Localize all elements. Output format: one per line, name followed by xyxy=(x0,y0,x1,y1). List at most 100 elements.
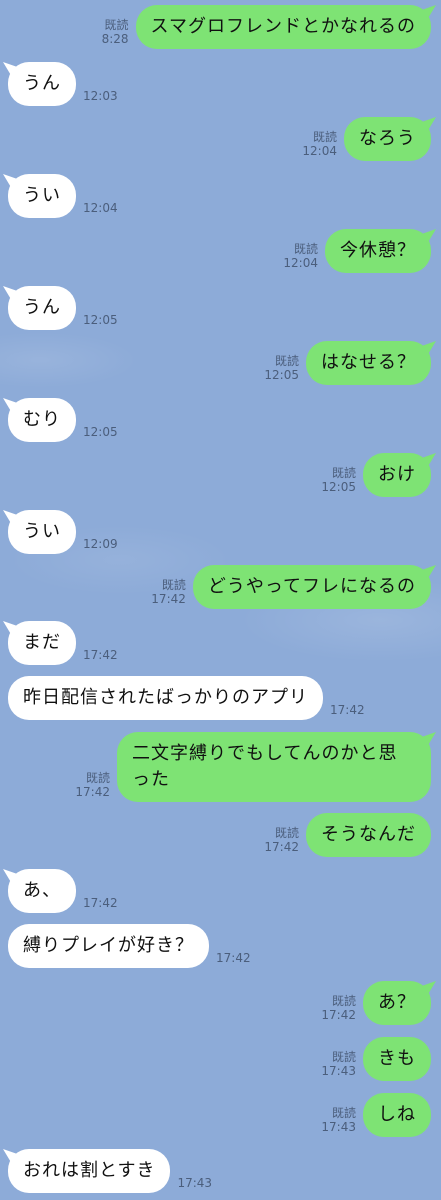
sent-bubble[interactable]: はなせる？ xyxy=(306,341,431,385)
message-meta: 既読 17:43 xyxy=(321,1050,356,1078)
read-receipt: 既読 xyxy=(331,466,356,480)
message-time: 12:04 xyxy=(283,256,318,270)
sent-message: どうやってフレになるの 既読 17:42 xyxy=(144,565,431,609)
message-time: 17:42 xyxy=(264,840,299,854)
message-meta: 既読 12:04 xyxy=(302,130,337,158)
sent-bubble[interactable]: どうやってフレになるの xyxy=(192,565,431,609)
message-text: うん xyxy=(23,297,61,318)
read-receipt: 既読 xyxy=(331,1106,356,1120)
message-time: 17:42 xyxy=(83,648,118,662)
message-meta: 12:04 xyxy=(83,201,118,215)
read-receipt: 既読 xyxy=(331,1050,356,1064)
received-bubble[interactable]: 縛りプレイが好き？ xyxy=(8,924,209,968)
received-bubble[interactable]: まだ xyxy=(8,621,76,665)
message-text: うい xyxy=(23,185,61,206)
message-text: 二文字縛りでもしてんのかと思った xyxy=(132,743,398,790)
message-text: あ、 xyxy=(23,880,61,901)
message-time: 12:05 xyxy=(83,313,118,327)
message-text: おれは割とすき xyxy=(23,1160,156,1181)
read-receipt: 既読 xyxy=(312,130,337,144)
received-message: むり 12:05 xyxy=(8,398,125,442)
message-text: しね xyxy=(378,1104,416,1125)
read-receipt: 既読 xyxy=(331,994,356,1008)
message-text: どうやってフレになるの xyxy=(207,576,416,597)
message-text: きも xyxy=(378,1048,416,1069)
received-message: うい 12:09 xyxy=(8,510,125,554)
sent-bubble[interactable]: 今休憩？ xyxy=(325,229,431,273)
message-meta: 既読 17:42 xyxy=(151,578,186,606)
received-message: おれは割とすき 17:43 xyxy=(8,1149,219,1193)
received-bubble[interactable]: うん xyxy=(8,286,76,330)
message-meta: 既読 8:28 xyxy=(102,18,129,46)
sent-bubble[interactable]: きも xyxy=(363,1037,431,1081)
message-time: 12:09 xyxy=(83,537,118,551)
received-message: うん 12:05 xyxy=(8,286,125,330)
message-meta: 17:42 xyxy=(83,648,118,662)
sent-message: はなせる？ 既読 12:05 xyxy=(257,341,431,385)
message-time: 12:04 xyxy=(302,144,337,158)
message-text: うい xyxy=(23,521,61,542)
message-time: 17:42 xyxy=(330,703,365,717)
read-receipt: 既読 xyxy=(161,578,186,592)
message-text: おけ xyxy=(378,464,416,485)
message-meta: 既読 17:43 xyxy=(321,1106,356,1134)
message-meta: 17:42 xyxy=(330,703,365,717)
message-text: そうなんだ xyxy=(321,824,416,845)
message-text: まだ xyxy=(23,632,61,653)
sent-message: 今休憩？ 既読 12:04 xyxy=(276,229,431,273)
message-meta: 12:05 xyxy=(83,425,118,439)
sent-message: そうなんだ 既読 17:42 xyxy=(257,813,431,857)
message-time: 12:05 xyxy=(264,368,299,382)
received-message: あ、 17:42 xyxy=(8,869,125,913)
received-bubble[interactable]: うい xyxy=(8,510,76,554)
message-time: 8:28 xyxy=(101,32,129,46)
received-bubble[interactable]: むり xyxy=(8,398,76,442)
message-time: 17:43 xyxy=(321,1120,356,1134)
chat-area[interactable]: スマグロフレンドとかなれるの 既読 8:28 うん 12:03 なろう 既読 1… xyxy=(0,0,441,1200)
message-text: 縛りプレイが好き？ xyxy=(23,935,194,956)
sent-bubble[interactable]: スマグロフレンドとかなれるの xyxy=(135,5,431,49)
received-bubble[interactable]: 昨日配信されたばっかりのアプリ xyxy=(8,676,323,720)
received-message: うん 12:03 xyxy=(8,62,125,106)
message-meta: 既読 17:42 xyxy=(264,826,299,854)
message-meta: 12:09 xyxy=(83,537,118,551)
message-meta: 既読 12:04 xyxy=(283,242,318,270)
message-time: 17:42 xyxy=(75,785,110,799)
read-receipt: 既読 xyxy=(85,771,110,785)
sent-bubble[interactable]: おけ xyxy=(363,453,431,497)
message-time: 12:05 xyxy=(83,425,118,439)
sent-bubble[interactable]: そうなんだ xyxy=(306,813,431,857)
received-message: 縛りプレイが好き？ 17:42 xyxy=(8,924,258,968)
message-meta: 17:42 xyxy=(83,896,118,910)
message-text: 今休憩？ xyxy=(340,240,416,261)
message-meta: 17:43 xyxy=(177,1176,212,1190)
message-meta: 既読 17:42 xyxy=(321,994,356,1022)
message-time: 17:42 xyxy=(151,592,186,606)
message-time: 17:43 xyxy=(321,1064,356,1078)
message-text: むり xyxy=(23,409,61,430)
received-message: うい 12:04 xyxy=(8,174,125,218)
sent-message: 二文字縛りでもしてんのかと思った 既読 17:42 xyxy=(68,732,431,802)
sent-bubble[interactable]: 二文字縛りでもしてんのかと思った xyxy=(117,732,431,802)
received-message: 昨日配信されたばっかりのアプリ 17:42 xyxy=(8,676,372,720)
received-message: まだ 17:42 xyxy=(8,621,125,665)
sent-message: しね 既読 17:43 xyxy=(314,1093,431,1137)
message-text: はなせる？ xyxy=(321,352,416,373)
sent-bubble[interactable]: あ？ xyxy=(363,981,431,1025)
sent-message: スマグロフレンドとかなれるの 既読 8:28 xyxy=(95,5,431,49)
sent-message: あ？ 既読 17:42 xyxy=(314,981,431,1025)
message-text: うん xyxy=(23,73,61,94)
received-bubble[interactable]: うい xyxy=(8,174,76,218)
message-text: あ？ xyxy=(378,992,416,1013)
message-time: 12:04 xyxy=(83,201,118,215)
received-bubble[interactable]: おれは割とすき xyxy=(8,1149,171,1193)
received-bubble[interactable]: うん xyxy=(8,62,76,106)
message-time: 12:03 xyxy=(83,89,118,103)
message-text: スマグロフレンドとかなれるの xyxy=(150,16,416,37)
sent-bubble[interactable]: なろう xyxy=(344,117,431,161)
sent-message: きも 既読 17:43 xyxy=(314,1037,431,1081)
message-time: 17:42 xyxy=(321,1008,356,1022)
sent-message: なろう 既読 12:04 xyxy=(295,117,431,161)
received-bubble[interactable]: あ、 xyxy=(8,869,76,913)
sent-bubble[interactable]: しね xyxy=(363,1093,431,1137)
